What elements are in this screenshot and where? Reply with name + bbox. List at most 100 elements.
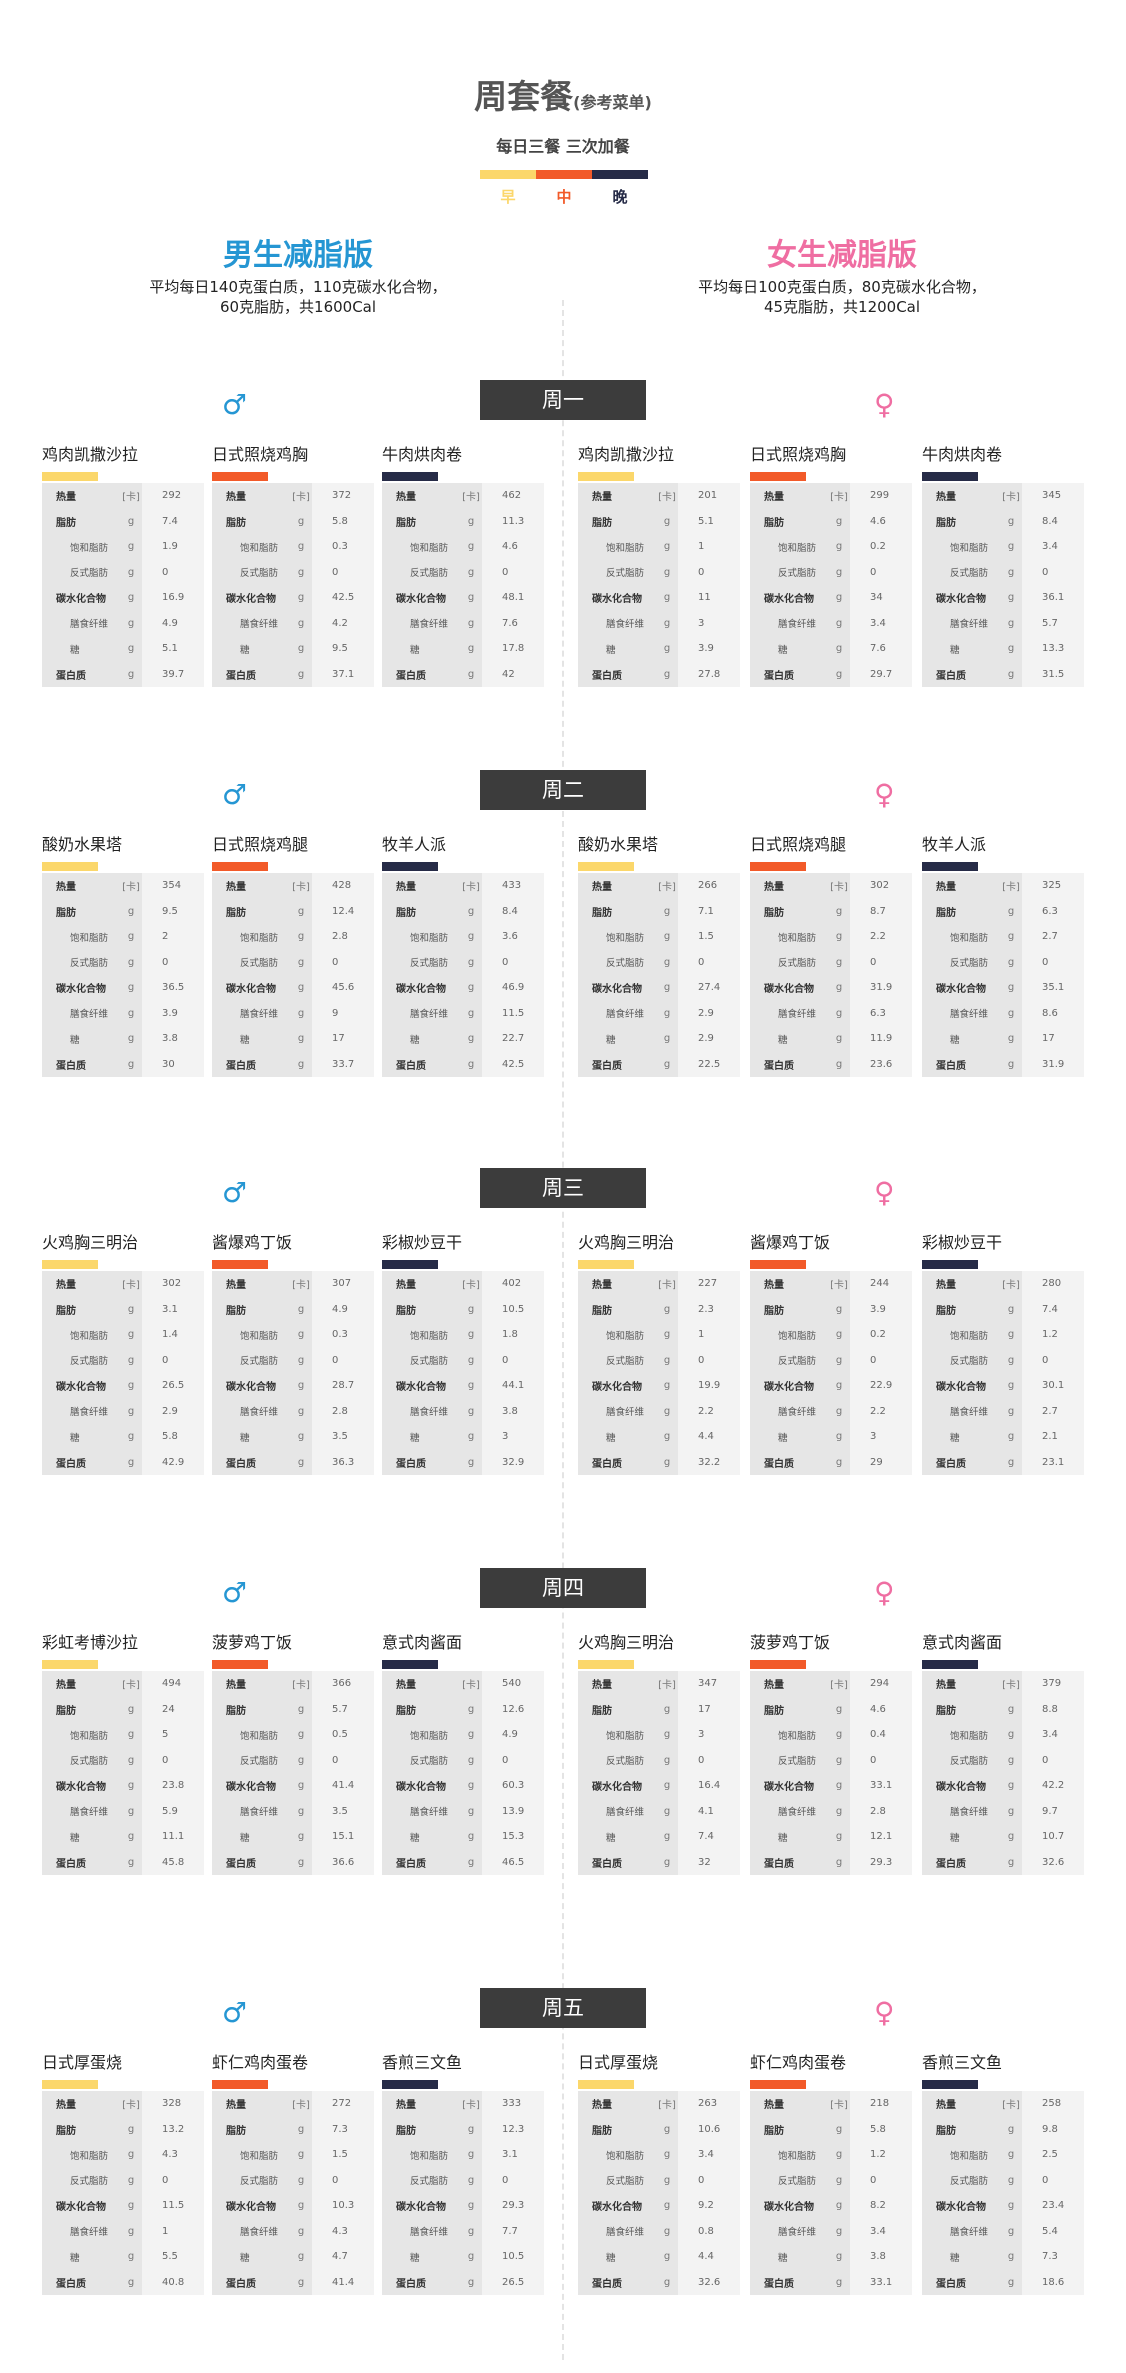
nutrient-unit: g	[663, 1058, 671, 1070]
nutrition-table: 热量 [卡] 263 脂肪 g 10.6 饱和脂肪 g 3.4 反式脂肪 g 0 碳水化合物 g 9.2 膳食…	[578, 2091, 740, 2295]
nutrition-row: 热量 [卡] 428	[212, 873, 374, 899]
nutrient-value: 22.5	[698, 1058, 721, 1070]
nutrition-table: 热量 [卡] 201 脂肪 g 5.1 饱和脂肪 g 1 反式脂肪 g 0 碳水化合物 g 11 膳食纤维 g 3…	[578, 483, 740, 687]
nutrient-label-cell: 蛋白质 g	[750, 661, 850, 687]
nutrient-value: 4.3	[162, 2149, 178, 2161]
nutrient-name: 反式脂肪	[778, 1356, 817, 1368]
nutrient-name: 糖	[950, 644, 960, 656]
nutrient-label-cell: 反式脂肪 g	[212, 2167, 312, 2193]
nutrition-row: 膳食纤维 g 1	[42, 2218, 204, 2244]
nutrient-value: 0.4	[870, 1729, 886, 1741]
nutrient-label-cell: 热量 [卡]	[578, 873, 678, 899]
nutrient-unit: g	[297, 2149, 305, 2161]
nutrient-unit: g	[835, 2225, 843, 2237]
male-meal-card: 日式照烧鸡腿 热量 [卡] 428 脂肪 g 12.4 饱和脂肪 g 2.8 反式脂肪 g 0 碳水化合物…	[212, 834, 374, 1077]
nutrient-value: 29.3	[502, 2200, 525, 2212]
nutrient-value: 2.8	[332, 1405, 348, 1417]
nutrient-value: 29	[870, 1456, 883, 1468]
breakfast-color-bar	[42, 472, 98, 481]
nutrition-row: 碳水化合物 g 9.2	[578, 2193, 740, 2219]
breakfast-color-bar	[578, 472, 634, 481]
nutrient-label-cell: 热量 [卡]	[922, 1271, 1022, 1297]
nutrient-value: 366	[332, 1678, 352, 1690]
nutrient-name: 碳水化合物	[936, 1382, 986, 1394]
nutrition-table: 热量 [卡] 462 脂肪 g 11.3 饱和脂肪 g 4.6 反式脂肪 g 0 碳水化合物 g 48.1 膳…	[382, 483, 544, 687]
nutrient-unit: g	[835, 1329, 843, 1341]
nutrition-row: 热量 [卡] 299	[750, 483, 912, 509]
nutrient-label-cell: 热量 [卡]	[382, 873, 482, 899]
female-meal-card: 菠萝鸡丁饭 热量 [卡] 294 脂肪 g 4.6 饱和脂肪 g 0.4 反式脂肪 g 0 碳水化合物 g 3…	[750, 1632, 912, 1875]
nutrient-value: 7.3	[1042, 2251, 1058, 2263]
nutrition-row: 热量 [卡] 294	[750, 1671, 912, 1697]
lunch-legend-label: 中	[556, 188, 572, 206]
breakfast-color-bar	[42, 1660, 98, 1669]
nutrient-label-cell: 饱和脂肪 g	[750, 924, 850, 950]
nutrient-label-cell: 饱和脂肪 g	[42, 1322, 142, 1348]
nutrient-label-cell: 碳水化合物 g	[212, 975, 312, 1001]
nutrition-row: 热量 [卡] 402	[382, 1271, 544, 1297]
nutrition-row: 饱和脂肪 g 0.5	[212, 1722, 374, 1748]
nutrient-name: 碳水化合物	[56, 984, 106, 996]
nutrient-unit: g	[1007, 2149, 1015, 2161]
nutrition-table: 热量 [卡] 258 脂肪 g 9.8 饱和脂肪 g 2.5 反式脂肪 g 0 碳水化合物 g 23.4 膳食…	[922, 2091, 1084, 2295]
nutrient-label-cell: 反式脂肪 g	[42, 1747, 142, 1773]
nutrition-row: 反式脂肪 g 0	[212, 559, 374, 585]
meal-name: 虾仁鸡肉蛋卷	[212, 2053, 309, 2072]
nutrient-unit: g	[663, 2225, 671, 2237]
nutrient-label-cell: 糖g	[750, 2244, 850, 2270]
nutrient-value: 1.9	[162, 541, 178, 553]
nutrition-row: 糖 g 10.5	[382, 2244, 544, 2270]
nutrient-name: 饱和脂肪	[950, 542, 989, 554]
nutrient-label-cell: 碳水化合物 g	[922, 1373, 1022, 1399]
nutrient-unit: g	[1007, 2200, 1015, 2212]
nutrient-value: 266	[698, 880, 718, 892]
nutrition-row: 蛋白质 g 29.3	[750, 1849, 912, 1875]
nutrition-row: 碳水化合物 g 8.2	[750, 2193, 912, 2219]
nutrition-row: 碳水化合物 g 29.3	[382, 2193, 544, 2219]
nutrient-value: 227	[698, 1278, 718, 1290]
nutrient-name: 脂肪	[592, 2125, 612, 2137]
nutrient-value: 3.9	[162, 1007, 178, 1019]
nutrition-row: 反式脂肪 g 0	[382, 1747, 544, 1773]
nutrient-value: 27.8	[698, 668, 721, 680]
nutrient-value: 17	[1042, 1033, 1055, 1045]
male-version-desc: 平均每日140克蛋白质，110克碳水化合物， 60克脂肪，共1600Cal	[88, 277, 508, 317]
nutrient-name: 糖	[410, 1034, 420, 1046]
nutrient-unit: g	[835, 1033, 843, 1045]
nutrient-unit: g	[663, 982, 671, 994]
center-divider	[562, 300, 564, 2360]
nutrient-label-cell: 热量 [卡]	[382, 1671, 482, 1697]
nutrition-row: 脂肪 g 8.4	[922, 508, 1084, 534]
nutrient-label-cell: 膳食纤维 g	[212, 610, 312, 636]
nutrition-row: 热量 [卡] 201	[578, 483, 740, 509]
nutrition-row: 膳食纤维 g 7.7	[382, 2218, 544, 2244]
nutrient-label-cell: 碳水化合物 g	[750, 1773, 850, 1799]
nutrition-row: 糖g3	[382, 1424, 544, 1450]
nutrient-unit: g	[835, 1058, 843, 1070]
nutrient-name: 碳水化合物	[396, 594, 446, 606]
nutrient-name: 热量	[936, 1680, 956, 1692]
nutrient-label-cell: 糖g	[578, 1824, 678, 1850]
nutrient-value: 0	[162, 1754, 169, 1766]
nutrient-label-cell: 糖g	[382, 1824, 482, 1850]
nutrition-row: 蛋白质 g 42.9	[42, 1449, 204, 1475]
nutrient-name: 热量	[764, 1680, 784, 1692]
nutrient-label-cell: 饱和脂肪 g	[922, 1722, 1022, 1748]
nutrient-unit: [卡]	[292, 882, 310, 894]
nutrient-name: 饱和脂肪	[950, 932, 989, 944]
nutrient-value: 0	[162, 956, 169, 968]
nutrition-row: 蛋白质 g 30	[42, 1051, 204, 1077]
nutrient-value: 0	[162, 2174, 169, 2186]
nutrient-value: 244	[870, 1278, 890, 1290]
nutrition-row: 饱和脂肪 g 3.6	[382, 924, 544, 950]
nutrient-value: 0	[332, 566, 339, 578]
nutrient-label-cell: 蛋白质 g	[750, 1051, 850, 1077]
nutrient-unit: g	[297, 1754, 305, 1766]
nutrition-row: 膳食纤维 g 7.6	[382, 610, 544, 636]
nutrition-row: 糖 g 3.8	[42, 1026, 204, 1052]
nutrient-value: 30	[162, 1058, 175, 1070]
nutrient-value: 16.9	[162, 592, 185, 604]
nutrient-label-cell: 糖g	[42, 636, 142, 662]
nutrient-label-cell: 膳食纤维 g	[578, 610, 678, 636]
lunch-color-bar	[212, 862, 268, 871]
